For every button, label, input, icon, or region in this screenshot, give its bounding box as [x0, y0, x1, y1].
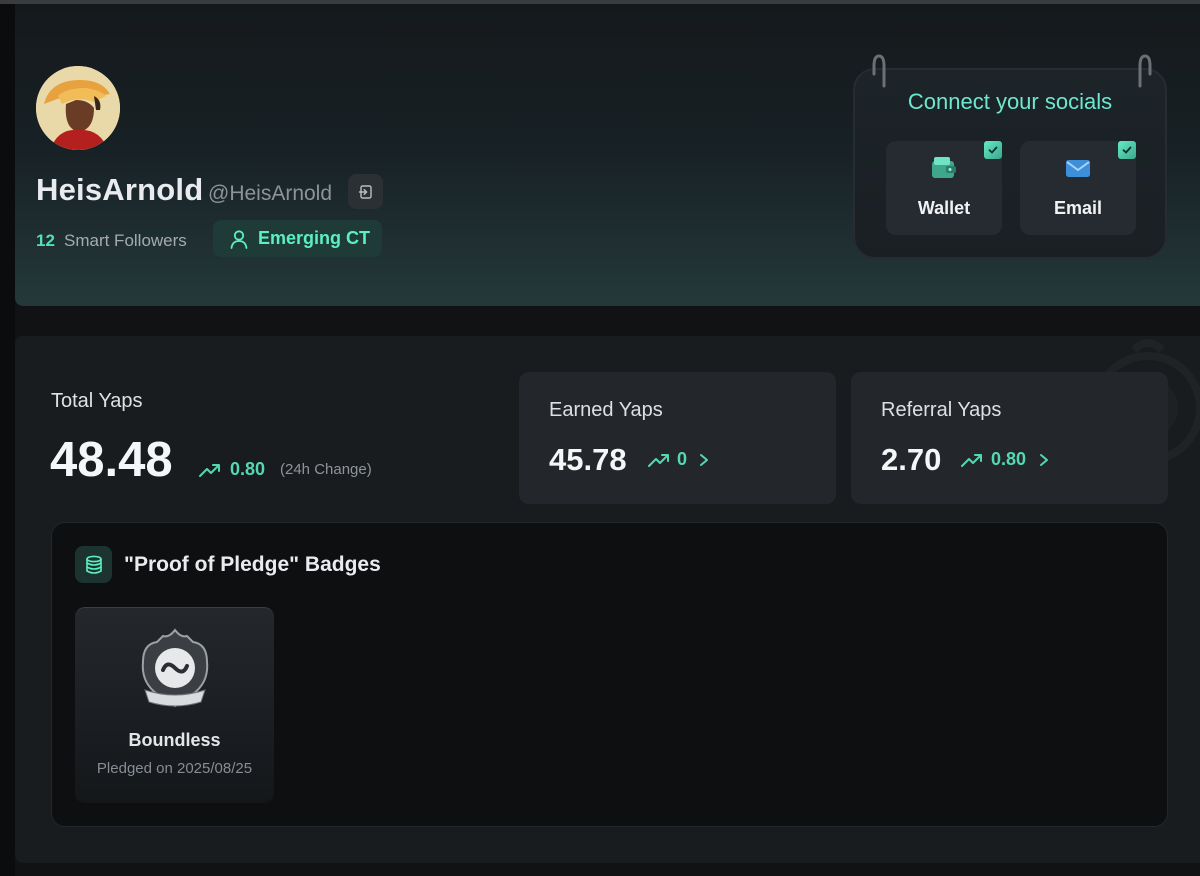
smart-followers-label: Smart Followers	[64, 231, 187, 250]
badge-pledge-date: Pledged on 2025/08/25	[96, 760, 253, 777]
referral-yaps-value: 2.70	[881, 442, 942, 477]
smart-followers-count: 12	[36, 231, 55, 250]
wallet-tile[interactable]: Wallet	[886, 141, 1002, 235]
tier-label: Emerging CT	[258, 228, 371, 248]
trending-up-icon	[961, 454, 982, 467]
binder-ring-icon	[872, 54, 886, 88]
connect-socials-title: Connect your socials	[907, 89, 1113, 114]
earned-yaps-label: Earned Yaps	[549, 399, 663, 421]
open-profile-button[interactable]	[348, 174, 383, 209]
wallet-label: Wallet	[917, 198, 971, 218]
earned-yaps-value: 45.78	[549, 442, 627, 477]
total-yaps-change: 0.80	[230, 459, 266, 479]
earned-yaps-change: 0	[677, 449, 688, 469]
avatar[interactable]	[36, 66, 120, 150]
email-tile[interactable]: Email	[1020, 141, 1136, 235]
connected-check-icon	[1118, 141, 1136, 159]
badge-name: Boundless	[128, 730, 221, 750]
total-yaps-label: Total Yaps	[51, 390, 143, 412]
earned-yaps-tile[interactable]: Earned Yaps 45.78 0	[519, 372, 836, 504]
referral-yaps-label: Referral Yaps	[881, 399, 1002, 421]
chevron-right-icon	[1040, 454, 1048, 466]
chevron-right-icon	[700, 454, 708, 466]
left-gutter	[0, 4, 15, 876]
referral-yaps-tile[interactable]: Referral Yaps 2.70 0.80	[851, 372, 1168, 504]
wallet-icon	[932, 157, 956, 178]
binder-ring-icon	[1138, 54, 1152, 88]
tier-badge[interactable]: Emerging CT	[213, 220, 382, 257]
referral-yaps-change: 0.80	[991, 449, 1027, 469]
trending-up-icon	[199, 464, 220, 477]
total-yaps-value: 48.48	[50, 433, 173, 487]
pledge-badges-title: "Proof of Pledge" Badges	[124, 553, 381, 576]
trending-up-icon	[648, 454, 669, 467]
coins-stack-icon	[75, 546, 112, 583]
connected-check-icon	[984, 141, 1002, 159]
boundless-badge-icon	[141, 628, 209, 708]
display-name: HeisArnold	[36, 172, 204, 207]
user-icon	[230, 229, 248, 249]
profile-handle[interactable]: @HeisArnold	[208, 182, 332, 206]
email-label: Email	[1053, 198, 1103, 218]
sign-in-icon	[358, 184, 372, 199]
email-icon	[1066, 160, 1090, 177]
avatar-image	[36, 66, 120, 150]
total-yaps-period: (24h Change)	[280, 461, 372, 478]
